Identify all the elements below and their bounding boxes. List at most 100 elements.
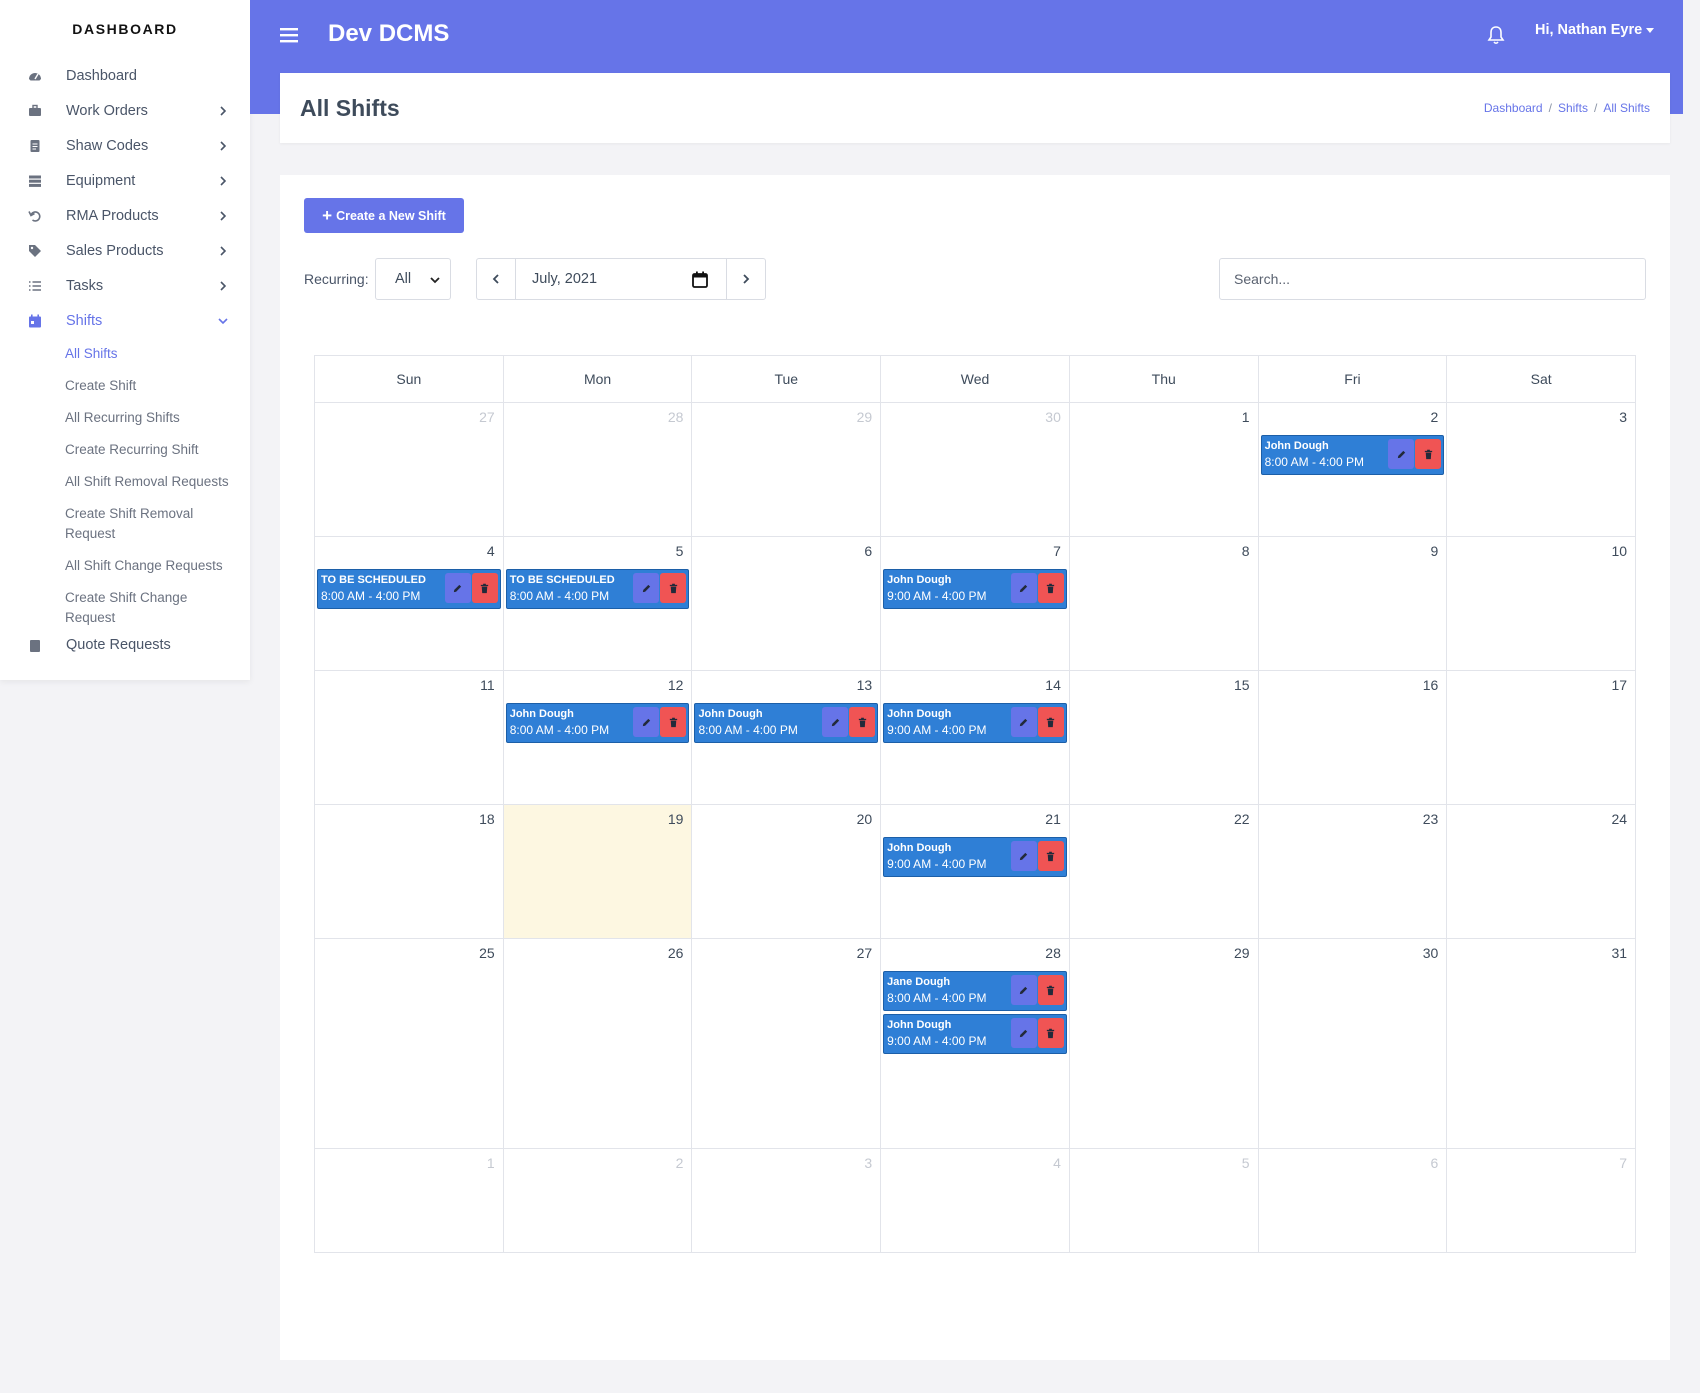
edit-shift-button[interactable] [1010,573,1037,603]
calendar-day-cell[interactable]: 5 [1069,1149,1259,1253]
shift-event[interactable]: John Dough 9:00 AM - 4:00 PM [883,569,1067,609]
calendar-day-cell[interactable]: 1 [315,1149,504,1253]
shift-event[interactable]: John Dough 9:00 AM - 4:00 PM [883,837,1067,877]
shift-event[interactable]: TO BE SCHEDULED 8:00 AM - 4:00 PM [505,569,690,609]
edit-shift-button[interactable] [633,707,660,737]
next-month-button[interactable] [726,258,766,300]
sidebar-subitem-create-shift-removal-request[interactable]: Create Shift Removal Request [0,498,250,550]
breadcrumb-all-shifts[interactable]: All Shifts [1603,101,1650,115]
app-title[interactable]: Dev DCMS [328,20,449,48]
calendar-day-cell[interactable]: 3 [692,1149,882,1253]
delete-shift-button[interactable] [1037,1018,1064,1048]
calendar-day-cell[interactable]: 28 [503,403,693,537]
edit-shift-button[interactable] [1010,841,1037,871]
edit-shift-button[interactable] [1010,975,1037,1005]
edit-shift-button[interactable] [822,707,849,737]
delete-shift-button[interactable] [1037,975,1064,1005]
calendar-day-cell[interactable]: 29 [692,403,882,537]
sidebar-item-sales-products[interactable]: Sales Products [0,233,250,268]
breadcrumb-shifts[interactable]: Shifts [1558,101,1588,115]
sidebar-subitem-all-shifts[interactable]: All Shifts [0,338,250,370]
calendar-day-cell[interactable]: 27 [692,939,882,1149]
calendar-day-cell[interactable]: 30 [1258,939,1448,1149]
delete-shift-button[interactable] [849,707,876,737]
calendar-day-cell[interactable]: 25 [315,939,504,1149]
delete-shift-button[interactable] [1037,841,1064,871]
calendar-day-cell[interactable]: 24 [1447,805,1637,939]
sidebar-item-work-orders[interactable]: Work Orders [0,93,250,128]
calendar-day-cell-today[interactable]: 19 [503,805,693,939]
shift-event[interactable]: John Dough 9:00 AM - 4:00 PM [883,703,1067,743]
sidebar-item-tasks[interactable]: Tasks [0,268,250,303]
delete-shift-button[interactable] [1037,573,1064,603]
calendar-day-cell[interactable]: 11 [315,671,504,805]
sidebar-subitem-all-recurring-shifts[interactable]: All Recurring Shifts [0,402,250,434]
calendar-day-cell[interactable]: 7 John Dough 9:00 AM - 4:00 PM [881,537,1070,671]
calendar-day-cell[interactable]: 4 TO BE SCHEDULED 8:00 AM - 4:00 PM [315,537,504,671]
calendar-day-cell[interactable]: 31 [1447,939,1637,1149]
calendar-day-cell[interactable]: 18 [315,805,504,939]
shift-event[interactable]: Jane Dough 8:00 AM - 4:00 PM [883,971,1067,1011]
shift-event[interactable]: John Dough 9:00 AM - 4:00 PM [883,1014,1067,1054]
sidebar-item-shifts[interactable]: Shifts [0,303,250,338]
shift-event[interactable]: TO BE SCHEDULED 8:00 AM - 4:00 PM [317,569,501,609]
calendar-day-cell[interactable]: 29 [1069,939,1259,1149]
calendar-day-cell[interactable]: 13 John Dough 8:00 AM - 4:00 PM [692,671,882,805]
calendar-day-cell[interactable]: 6 [1258,1149,1448,1253]
calendar-day-cell[interactable]: 7 [1447,1149,1637,1253]
delete-shift-button[interactable] [1037,707,1064,737]
search-input[interactable] [1219,258,1646,300]
user-menu[interactable]: Hi, Nathan Eyre [1535,22,1655,38]
delete-shift-button[interactable] [660,707,687,737]
calendar-day-cell[interactable]: 28 Jane Dough 8:00 AM - 4:00 PM John Dough 9… [881,939,1070,1149]
edit-shift-button[interactable] [1010,1018,1037,1048]
sidebar-subitem-create-shift-change-request[interactable]: Create Shift Change Request [0,582,250,634]
delete-shift-button[interactable] [660,573,687,603]
calendar-day-cell[interactable]: 8 [1069,537,1259,671]
calendar-day-cell[interactable]: 2 [503,1149,693,1253]
calendar-day-cell[interactable]: 10 [1447,537,1637,671]
calendar-day-cell[interactable]: 3 [1447,403,1637,537]
breadcrumb-dashboard[interactable]: Dashboard [1484,101,1543,115]
create-shift-button[interactable]: + Create a New Shift [304,198,464,233]
previous-month-button[interactable] [476,258,516,300]
calendar-day-cell[interactable]: 22 [1069,805,1259,939]
month-picker-input[interactable]: July, 2021 [515,258,727,300]
sidebar-item-quote-requests[interactable]: Quote Requests [0,634,250,656]
calendar-day-cell[interactable]: 14 John Dough 9:00 AM - 4:00 PM [881,671,1070,805]
edit-shift-button[interactable] [633,573,660,603]
calendar-day-cell[interactable]: 4 [881,1149,1070,1253]
hamburger-menu-icon[interactable] [280,27,298,43]
shift-event[interactable]: John Dough 8:00 AM - 4:00 PM [694,703,879,743]
edit-shift-button[interactable] [1010,707,1037,737]
delete-shift-button[interactable] [471,573,498,603]
calendar-day-cell[interactable]: 16 [1258,671,1448,805]
calendar-day-cell[interactable]: 5 TO BE SCHEDULED 8:00 AM - 4:00 PM [503,537,693,671]
edit-shift-button[interactable] [444,573,471,603]
calendar-day-cell[interactable]: 30 [881,403,1070,537]
notification-bell-icon[interactable] [1487,25,1505,45]
calendar-day-cell[interactable]: 9 [1258,537,1448,671]
calendar-day-cell[interactable]: 27 [315,403,504,537]
sidebar-subitem-create-shift[interactable]: Create Shift [0,370,250,402]
sidebar-subitem-create-recurring-shift[interactable]: Create Recurring Shift [0,434,250,466]
calendar-day-cell[interactable]: 1 [1069,403,1259,537]
calendar-day-cell[interactable]: 17 [1447,671,1637,805]
calendar-day-cell[interactable]: 20 [692,805,882,939]
sidebar-item-dashboard[interactable]: Dashboard [0,58,250,93]
recurring-select[interactable]: All [375,258,451,300]
calendar-day-cell[interactable]: 6 [692,537,882,671]
shift-event[interactable]: John Dough 8:00 AM - 4:00 PM [1260,435,1445,475]
sidebar-subitem-all-shift-removal-requests[interactable]: All Shift Removal Requests [0,466,250,498]
shift-event[interactable]: John Dough 8:00 AM - 4:00 PM [505,703,690,743]
calendar-day-cell[interactable]: 21 John Dough 9:00 AM - 4:00 PM [881,805,1070,939]
sidebar-item-shaw-codes[interactable]: Shaw Codes [0,128,250,163]
sidebar-item-equipment[interactable]: Equipment [0,163,250,198]
calendar-day-cell[interactable]: 15 [1069,671,1259,805]
delete-shift-button[interactable] [1415,439,1442,469]
sidebar-item-rma-products[interactable]: RMA Products [0,198,250,233]
calendar-picker-icon[interactable] [692,271,708,288]
sidebar-brand[interactable]: DASHBOARD [0,0,250,58]
calendar-day-cell[interactable]: 23 [1258,805,1448,939]
calendar-day-cell[interactable]: 12 John Dough 8:00 AM - 4:00 PM [503,671,693,805]
